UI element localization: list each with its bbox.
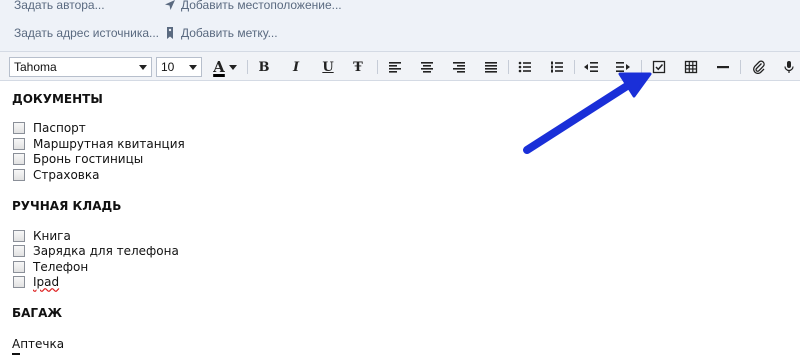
- align-left-icon: [389, 62, 401, 73]
- checklist-item: Паспорт: [13, 120, 86, 135]
- checklist-item: Бронь гостиницы: [13, 151, 143, 166]
- location-arrow-icon: [165, 0, 175, 10]
- note-meta-panel: Задать автора... Добавить местоположение…: [0, 0, 800, 51]
- toolbar-separator: [247, 60, 248, 74]
- attach-file-button[interactable]: [748, 57, 770, 77]
- note-editor[interactable]: ДОКУМЕНТЫ Паспорт Маршрутная квитанция Б…: [0, 82, 800, 356]
- font-family-value: Tahoma: [14, 60, 57, 74]
- bold-icon: B: [258, 59, 270, 75]
- tag-icon: [167, 27, 173, 39]
- plain-text-line: Аптечка: [12, 337, 65, 351]
- section-title-documents: ДОКУМЕНТЫ: [12, 92, 103, 106]
- align-center-button[interactable]: [416, 57, 438, 77]
- checkbox[interactable]: [13, 168, 25, 181]
- add-location-label: Добавить местоположение...: [181, 0, 342, 12]
- outdent-button[interactable]: [580, 57, 602, 77]
- underline-button[interactable]: U: [317, 57, 339, 77]
- bulleted-list-button[interactable]: [514, 57, 536, 77]
- checklist-item-label: Маршрутная квитанция: [33, 136, 185, 151]
- toolbar-separator: [377, 60, 378, 74]
- insert-checkbox-button[interactable]: [648, 57, 670, 77]
- align-left-button[interactable]: [384, 57, 406, 77]
- checklist-item-label: Паспорт: [33, 120, 86, 135]
- align-center-icon: [421, 62, 433, 73]
- formatting-toolbar: Tahoma 10 A B I U Ŧ: [0, 51, 800, 81]
- strikethrough-button[interactable]: Ŧ: [347, 57, 369, 77]
- section-title-hand-luggage: РУЧНАЯ КЛАДЬ: [12, 199, 122, 213]
- align-right-button[interactable]: [448, 57, 470, 77]
- checklist-item: Зарядка для телефона: [13, 243, 179, 258]
- text-color-glyph: A: [213, 58, 225, 76]
- checklist-item-label: Зарядка для телефона: [33, 243, 179, 258]
- table-icon: [684, 60, 698, 74]
- add-tag-link[interactable]: Добавить метку...: [163, 26, 278, 40]
- bold-button[interactable]: B: [253, 57, 275, 77]
- toolbar-separator: [508, 60, 509, 74]
- chevron-down-icon: [139, 65, 147, 70]
- checklist-item: Ipad: [13, 274, 59, 289]
- microphone-icon: [784, 61, 794, 73]
- checkbox[interactable]: [13, 152, 25, 165]
- set-author-link[interactable]: Задать автора...: [14, 0, 105, 12]
- checkbox[interactable]: [13, 137, 25, 150]
- underline-icon: U: [322, 59, 334, 75]
- italic-icon: I: [292, 59, 300, 75]
- checkbox[interactable]: [13, 121, 25, 134]
- toolbar-separator: [740, 60, 741, 74]
- chevron-down-icon: [228, 64, 237, 70]
- align-right-icon: [453, 62, 465, 73]
- checkbox[interactable]: [13, 275, 25, 288]
- outdent-icon: [584, 62, 598, 72]
- indent-button[interactable]: [612, 57, 634, 77]
- checklist-item-label: Бронь гостиницы: [33, 151, 144, 166]
- toolbar-separator: [641, 60, 642, 74]
- checklist-item: Маршрутная квитанция: [13, 136, 185, 151]
- align-justify-icon: [485, 62, 497, 73]
- font-size-select[interactable]: 10: [156, 57, 202, 77]
- font-size-value: 10: [161, 60, 175, 74]
- set-source-link[interactable]: Задать адрес источника...: [14, 26, 159, 40]
- checklist-item-label: Книга: [33, 228, 71, 243]
- checklist-item: Телефон: [13, 259, 88, 274]
- checkbox-icon: [652, 60, 666, 74]
- horizontal-rule-icon: [717, 66, 729, 69]
- chevron-down-icon: [189, 65, 197, 70]
- checklist-item: Книга: [13, 228, 71, 243]
- paperclip-icon: [753, 60, 765, 74]
- strikethrough-icon: Ŧ: [353, 59, 363, 75]
- checklist-item-label: Страховка: [33, 167, 100, 182]
- add-location-link[interactable]: Добавить местоположение...: [163, 0, 342, 12]
- font-family-select[interactable]: Tahoma: [9, 57, 152, 77]
- checklist-item: Страховка: [13, 167, 99, 182]
- text-color-button[interactable]: A: [209, 57, 241, 77]
- checklist-item-label: Телефон: [33, 259, 89, 274]
- horizontal-rule-button[interactable]: [712, 57, 734, 77]
- set-source-label: Задать адрес источника...: [14, 26, 160, 40]
- italic-button[interactable]: I: [285, 57, 307, 77]
- numbered-list-button[interactable]: [546, 57, 568, 77]
- insert-table-button[interactable]: [680, 57, 702, 77]
- numbered-list-icon: [551, 61, 563, 73]
- checkbox[interactable]: [13, 244, 25, 257]
- checkbox[interactable]: [13, 260, 25, 273]
- add-tag-label: Добавить метку...: [181, 26, 278, 40]
- set-author-label: Задать автора...: [14, 0, 105, 12]
- indent-icon: [616, 62, 630, 72]
- toolbar-separator: [574, 60, 575, 74]
- section-title-baggage: БАГАЖ: [12, 306, 63, 320]
- record-audio-button[interactable]: [778, 57, 800, 77]
- checkbox[interactable]: [13, 229, 25, 242]
- bulleted-list-icon: [518, 61, 531, 73]
- checklist-item-label: Ipad: [33, 274, 60, 289]
- align-justify-button[interactable]: [480, 57, 502, 77]
